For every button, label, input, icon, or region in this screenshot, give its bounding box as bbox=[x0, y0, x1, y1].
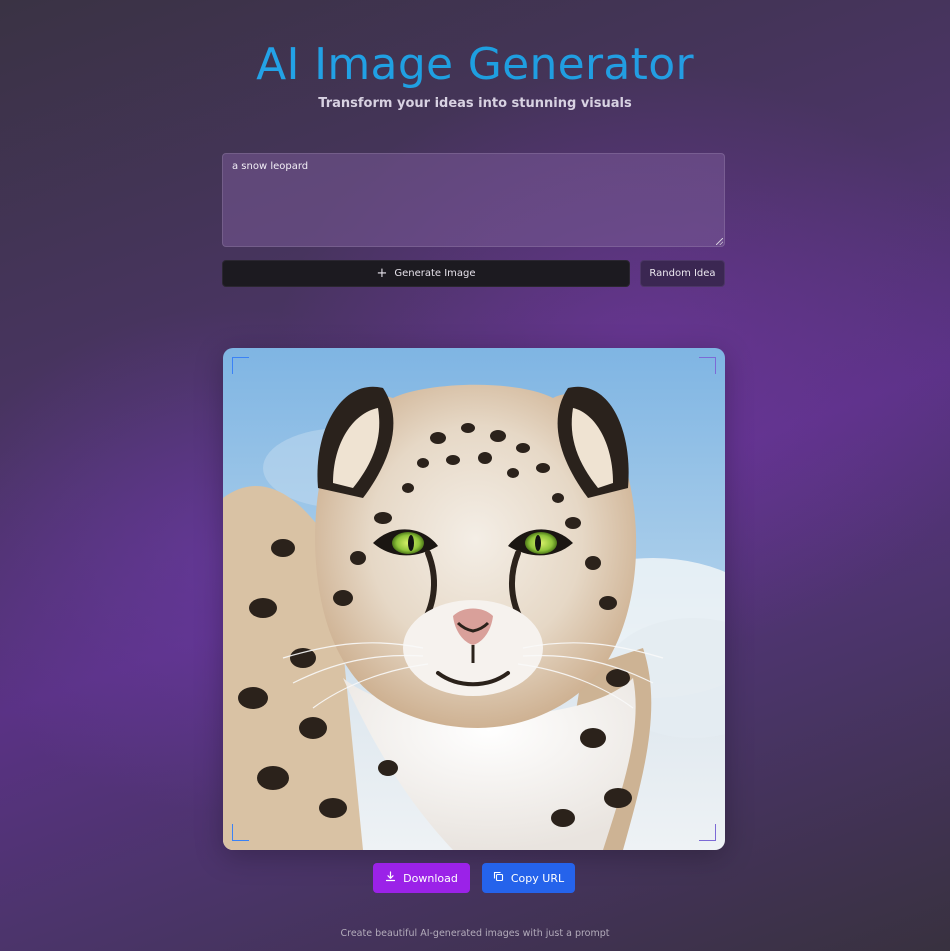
download-icon bbox=[385, 871, 396, 885]
generated-image bbox=[223, 348, 725, 850]
prompt-input[interactable] bbox=[222, 153, 725, 247]
generate-image-label: Generate Image bbox=[394, 268, 476, 279]
footer-text: Create beautiful AI-generated images wit… bbox=[340, 928, 610, 939]
random-idea-label: Random Idea bbox=[649, 268, 716, 279]
generate-image-button[interactable]: + Generate Image bbox=[222, 260, 630, 287]
random-idea-button[interactable]: Random Idea bbox=[640, 260, 725, 287]
copy-url-label: Copy URL bbox=[510, 871, 565, 885]
page-title: AI Image Generator bbox=[0, 38, 950, 92]
frame-corner-bottom-right bbox=[699, 824, 716, 841]
download-button[interactable]: Download bbox=[373, 863, 470, 893]
frame-corner-top-right bbox=[699, 357, 716, 374]
copy-icon bbox=[493, 871, 504, 885]
frame-corner-top-left bbox=[232, 357, 249, 374]
copy-url-button[interactable]: Copy URL bbox=[482, 863, 575, 893]
download-label: Download bbox=[403, 871, 458, 885]
resize-handle[interactable] bbox=[716, 238, 723, 245]
plus-icon: + bbox=[376, 265, 388, 281]
snow-leopard-image bbox=[223, 348, 725, 850]
frame-corner-bottom-left bbox=[232, 824, 249, 841]
page-subtitle: Transform your ideas into stunning visua… bbox=[318, 96, 632, 111]
